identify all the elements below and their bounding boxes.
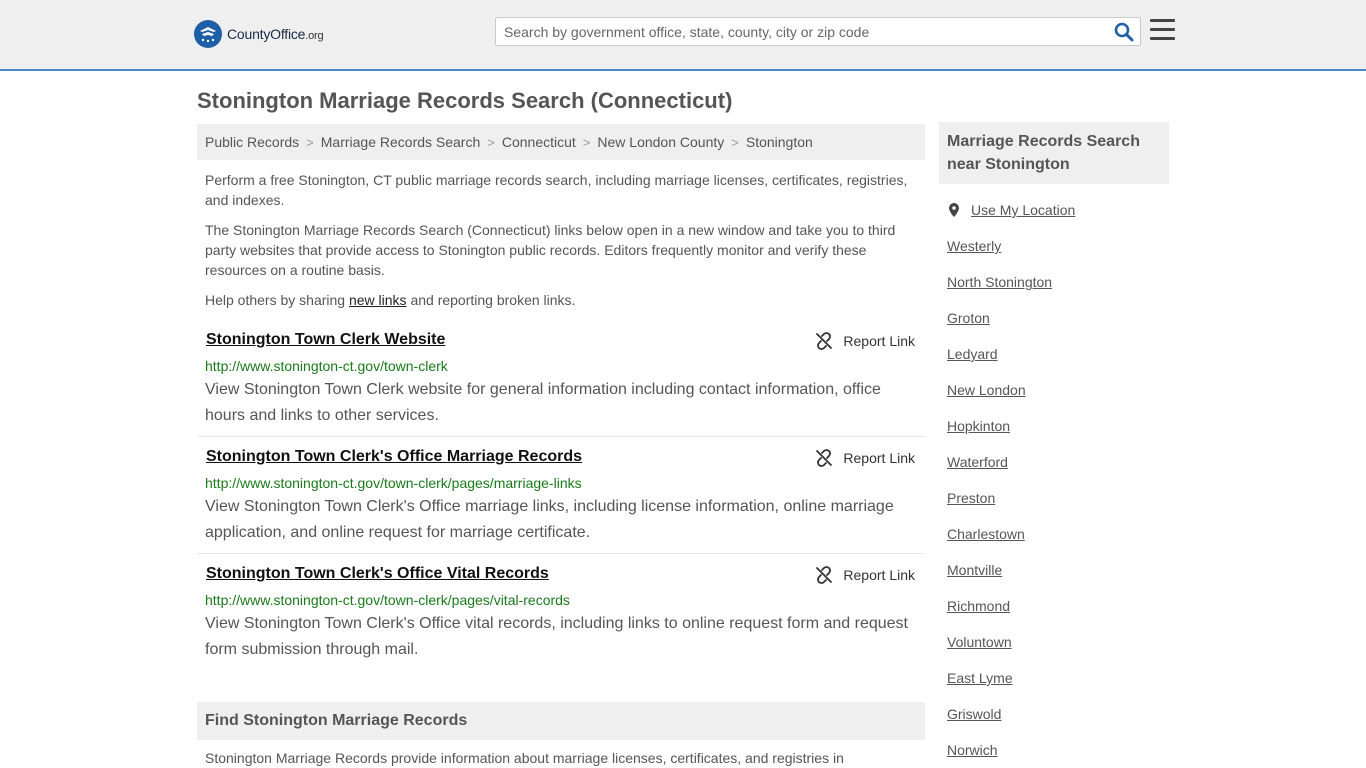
- breadcrumb-separator-icon: >: [487, 134, 495, 150]
- nearby-place-link[interactable]: Montville: [947, 562, 1002, 578]
- result-description: View Stonington Town Clerk's Office vita…: [205, 615, 908, 658]
- result-divider: [197, 436, 925, 437]
- nearby-place-link[interactable]: Hopkinton: [947, 418, 1010, 434]
- nearby-place-link[interactable]: Norwich: [947, 742, 998, 758]
- result-divider: [197, 553, 925, 554]
- sidebar-heading: Marriage Records Search near Stonington: [939, 122, 1169, 184]
- nearby-place-link[interactable]: Ledyard: [947, 346, 998, 362]
- use-my-location-link[interactable]: Use My Location: [947, 202, 1075, 218]
- result-title-link[interactable]: Stonington Town Clerk's Office Vital Rec…: [206, 565, 549, 583]
- breadcrumb-separator-icon: >: [582, 134, 591, 150]
- intro-text: Help others by sharing: [205, 292, 349, 308]
- search-input[interactable]: [496, 18, 1106, 45]
- logo-seal-icon: [194, 20, 222, 48]
- report-link-label: Report Link: [843, 450, 915, 466]
- page-title: Stonington Marriage Records Search (Conn…: [197, 88, 733, 113]
- result-url: http://www.stonington-ct.gov/town-clerk/…: [205, 475, 582, 491]
- report-link-button[interactable]: Report Link: [815, 449, 915, 467]
- result-url: http://www.stonington-ct.gov/town-clerk: [205, 358, 448, 374]
- intro-paragraph-3: Help others by sharing new links and rep…: [205, 290, 915, 310]
- intro-text: and reporting broken links.: [406, 292, 576, 308]
- nearby-place-link[interactable]: New London: [947, 382, 1026, 398]
- breadcrumb-public-records[interactable]: Public Records: [205, 134, 299, 150]
- breadcrumb-separator-icon: >: [731, 134, 739, 150]
- breadcrumb-separator-icon: >: [306, 134, 314, 150]
- map-pin-icon: [949, 203, 959, 217]
- logo-tld: .org: [305, 30, 324, 42]
- find-records-heading: Find Stonington Marriage Records: [197, 702, 925, 740]
- report-link-button[interactable]: Report Link: [815, 566, 915, 584]
- nearby-place-link[interactable]: East Lyme: [947, 670, 1013, 686]
- nearby-place-link[interactable]: Preston: [947, 490, 995, 506]
- site-header: CountyOffice.org: [0, 0, 1366, 71]
- find-records-text: Stonington Marriage Records provide info…: [205, 750, 844, 766]
- search-icon[interactable]: [1114, 22, 1134, 42]
- result-description: View Stonington Town Clerk's Office marr…: [205, 498, 894, 541]
- intro-paragraph-2: The Stonington Marriage Records Search (…: [205, 222, 896, 278]
- result-description: View Stonington Town Clerk website for g…: [205, 381, 881, 424]
- nearby-place-link[interactable]: Waterford: [947, 454, 1008, 470]
- new-links-link[interactable]: new links: [349, 292, 407, 308]
- breadcrumb-marriage-records-search[interactable]: Marriage Records Search: [321, 134, 481, 150]
- hamburger-menu-icon[interactable]: [1150, 19, 1175, 41]
- broken-link-icon: [816, 449, 833, 467]
- result-title-link[interactable]: Stonington Town Clerk's Office Marriage …: [206, 448, 582, 466]
- use-my-location-label: Use My Location: [971, 202, 1076, 218]
- sidebar-heading-line: near Stonington: [947, 156, 1070, 173]
- sidebar-heading-line: Marriage Records Search: [947, 133, 1140, 150]
- breadcrumb-new-london-county[interactable]: New London County: [597, 134, 724, 150]
- report-link-label: Report Link: [843, 333, 915, 349]
- nearby-place-link[interactable]: Richmond: [947, 598, 1010, 614]
- intro-paragraph-1: Perform a free Stonington, CT public mar…: [205, 172, 908, 208]
- breadcrumb: Public Records > Marriage Records Search…: [197, 124, 925, 160]
- search-bar: [495, 17, 1141, 46]
- breadcrumb-connecticut[interactable]: Connecticut: [502, 134, 576, 150]
- nearby-place-link[interactable]: North Stonington: [947, 274, 1052, 290]
- report-link-label: Report Link: [843, 567, 915, 583]
- result-title-link[interactable]: Stonington Town Clerk Website: [206, 331, 445, 349]
- result-url: http://www.stonington-ct.gov/town-clerk/…: [205, 592, 570, 608]
- report-link-button[interactable]: Report Link: [815, 332, 915, 350]
- nearby-place-link[interactable]: Griswold: [947, 706, 1001, 722]
- broken-link-icon: [816, 566, 833, 584]
- site-logo[interactable]: CountyOffice.org: [194, 20, 324, 48]
- breadcrumb-current: Stonington: [745, 134, 813, 150]
- nearby-place-link[interactable]: Voluntown: [947, 634, 1012, 650]
- logo-name: CountyOffice: [227, 26, 306, 42]
- broken-link-icon: [816, 332, 833, 350]
- nearby-place-link[interactable]: Charlestown: [947, 526, 1025, 542]
- nearby-place-link[interactable]: Groton: [947, 310, 990, 326]
- nearby-place-link[interactable]: Westerly: [947, 238, 1001, 254]
